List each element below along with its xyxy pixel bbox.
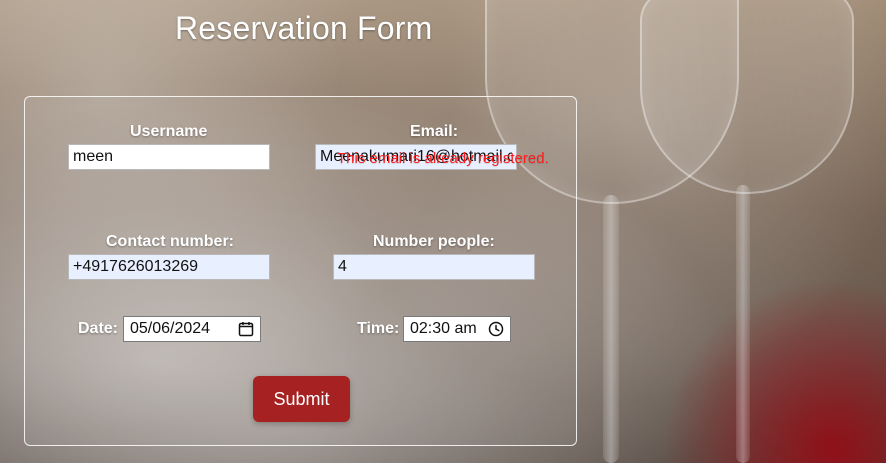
wine-glass-right-stem: [736, 185, 750, 463]
date-value: 05/06/2024: [130, 320, 211, 337]
page-title: Reservation Form: [175, 10, 433, 46]
username-label: Username: [130, 123, 208, 140]
time-value: 02:30 am: [410, 320, 477, 337]
time-picker[interactable]: 02:30 am: [403, 316, 511, 342]
contact-number-input[interactable]: [68, 254, 270, 280]
time-label: Time:: [357, 320, 400, 337]
contact-number-label: Contact number:: [106, 233, 234, 250]
date-picker[interactable]: 05/06/2024: [123, 316, 261, 342]
number-people-label: Number people:: [373, 233, 495, 250]
date-label: Date:: [78, 320, 119, 337]
email-label: Email:: [410, 123, 459, 140]
clock-icon[interactable]: [488, 321, 504, 337]
username-input[interactable]: [68, 144, 270, 170]
calendar-icon[interactable]: [238, 321, 254, 337]
number-people-input[interactable]: [333, 254, 535, 280]
wine-glass-left-stem: [603, 195, 619, 463]
email-error-message: This email is already registered.: [337, 150, 549, 167]
submit-button[interactable]: Submit: [253, 376, 350, 422]
